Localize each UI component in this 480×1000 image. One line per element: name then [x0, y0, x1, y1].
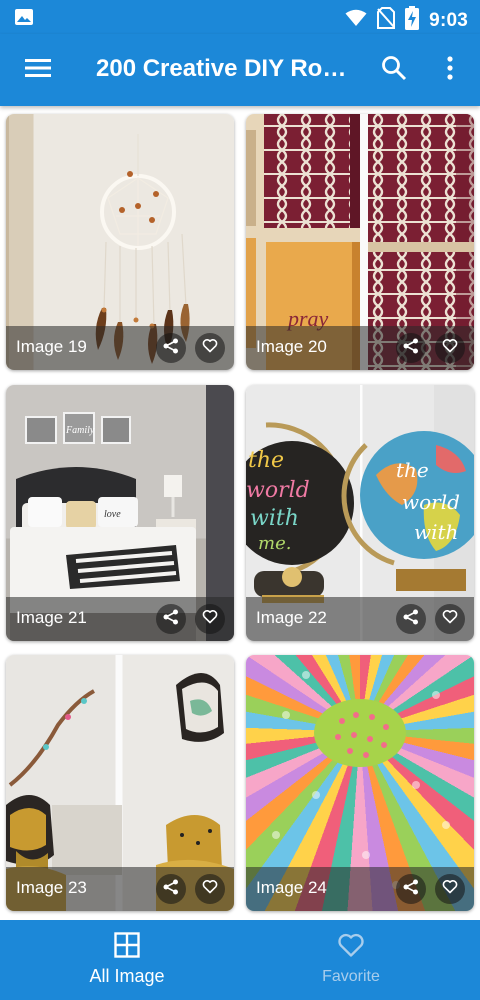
- svg-text:Family: Family: [65, 425, 95, 436]
- image-caption: Image 21: [16, 608, 87, 627]
- svg-text:world: world: [246, 478, 310, 503]
- image-caption: Image 24: [256, 878, 327, 897]
- grid-icon: [114, 932, 140, 960]
- more-vert-icon: [446, 55, 454, 85]
- share-icon: [403, 338, 419, 359]
- share-icon: [163, 879, 179, 900]
- nav-favorite-label: Favorite: [322, 968, 380, 985]
- image-caption: Image 20: [256, 337, 327, 356]
- heart-icon: [337, 932, 365, 960]
- share-button[interactable]: [156, 604, 186, 634]
- nav-favorite[interactable]: Favorite: [264, 920, 438, 1000]
- share-icon: [403, 609, 419, 630]
- heart-icon: [442, 338, 458, 358]
- more-options-button[interactable]: [432, 52, 468, 88]
- menu-icon: [25, 58, 51, 83]
- favorite-button[interactable]: [195, 333, 225, 363]
- image-grid[interactable]: Image 19 pray Image 20 Family love Image…: [0, 106, 480, 920]
- image-caption: Image 19: [16, 337, 87, 356]
- favorite-button[interactable]: [435, 604, 465, 634]
- heart-icon: [202, 338, 218, 358]
- share-button[interactable]: [396, 874, 426, 904]
- svg-text:me.: me.: [258, 533, 291, 554]
- share-icon: [403, 879, 419, 900]
- wifi-icon: [345, 9, 367, 32]
- image-caption: Image 23: [16, 878, 87, 897]
- svg-text:with: with: [414, 520, 458, 544]
- search-icon: [381, 55, 407, 86]
- search-button[interactable]: [376, 52, 412, 88]
- favorite-button[interactable]: [435, 333, 465, 363]
- image-card[interactable]: Image 23: [6, 655, 234, 911]
- page-title: 200 Creative DIY Room Decor Ideas: [96, 55, 358, 82]
- share-icon: [163, 338, 179, 359]
- status-bar: 9:03: [0, 0, 480, 34]
- favorite-button[interactable]: [195, 604, 225, 634]
- battery-charging-icon: [405, 6, 420, 35]
- heart-icon: [442, 879, 458, 899]
- nav-all-images-label: All Image: [89, 966, 165, 986]
- image-card[interactable]: Image 19: [6, 114, 234, 370]
- svg-text:the: the: [396, 458, 429, 482]
- svg-text:world: world: [402, 490, 460, 514]
- no-sim-icon: [377, 7, 396, 34]
- heart-icon: [202, 879, 218, 899]
- image-caption: Image 22: [256, 608, 327, 627]
- image-card[interactable]: the world with me. the world with Image …: [246, 385, 474, 641]
- app-bar: 200 Creative DIY Room Decor Ideas: [0, 34, 480, 106]
- image-card[interactable]: Family love Image 21: [6, 385, 234, 641]
- nav-all-images[interactable]: All Image: [40, 920, 214, 1000]
- favorite-button[interactable]: [435, 874, 465, 904]
- bottom-navigation: All Image Favorite: [0, 920, 480, 1000]
- menu-button[interactable]: [18, 52, 58, 88]
- image-card[interactable]: pray Image 20: [246, 114, 474, 370]
- svg-text:love: love: [104, 509, 121, 520]
- heart-icon: [202, 609, 218, 629]
- share-button[interactable]: [396, 333, 426, 363]
- svg-text:the: the: [248, 448, 284, 473]
- share-icon: [163, 609, 179, 630]
- share-button[interactable]: [156, 333, 186, 363]
- status-time: 9:03: [429, 9, 468, 31]
- favorite-button[interactable]: [195, 874, 225, 904]
- heart-icon: [442, 609, 458, 629]
- image-card[interactable]: Image 24: [246, 655, 474, 911]
- share-button[interactable]: [156, 874, 186, 904]
- gallery-icon: [14, 8, 34, 31]
- share-button[interactable]: [396, 604, 426, 634]
- svg-text:with: with: [250, 506, 299, 531]
